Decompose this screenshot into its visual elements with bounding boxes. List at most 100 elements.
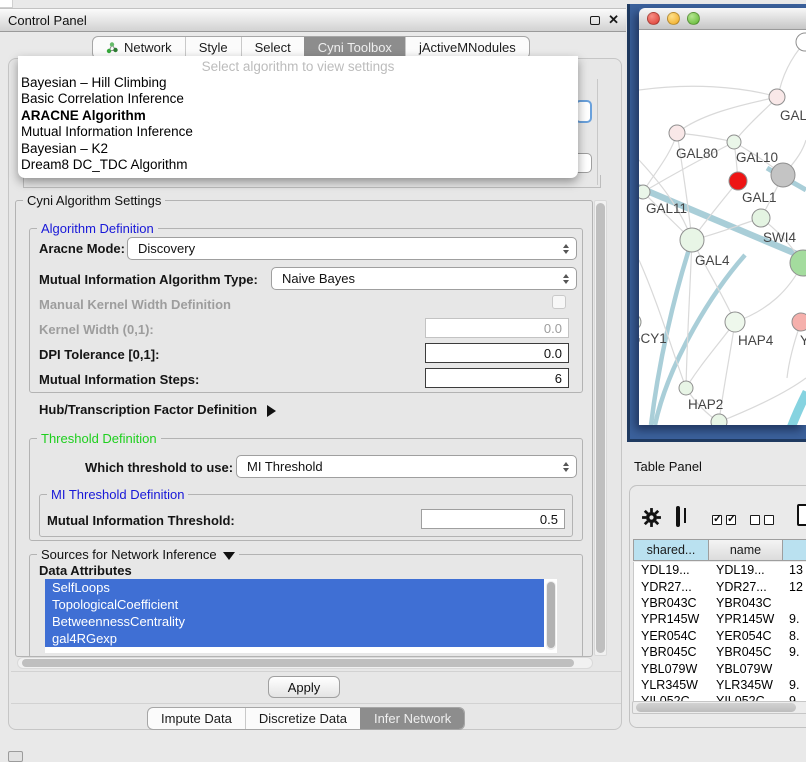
network-node[interactable] xyxy=(796,33,806,51)
expanded-arrow-icon[interactable] xyxy=(223,552,235,560)
attribute-item[interactable]: gal4RGexp xyxy=(45,630,544,647)
scrollbar-thumb[interactable] xyxy=(636,703,796,712)
mi-algorithm-type-value: Naive Bayes xyxy=(282,271,355,286)
select-all-columns-icon[interactable] xyxy=(712,512,740,530)
deselect-all-columns-icon[interactable] xyxy=(750,512,778,530)
table-row[interactable]: YBL079WYBL079W xyxy=(634,660,806,676)
show-columns-icon[interactable] xyxy=(676,506,680,527)
collapsed-arrow-icon[interactable] xyxy=(267,405,276,417)
apply-button[interactable]: Apply xyxy=(268,676,340,698)
network-node[interactable] xyxy=(669,125,685,141)
table-row[interactable]: YBR043CYBR043C xyxy=(634,595,806,611)
attribute-item[interactable]: SelfLoops xyxy=(45,579,544,596)
table-row[interactable]: YDL19...YDL19...13 xyxy=(634,562,806,578)
table-cell: YER054C xyxy=(709,629,783,643)
aracne-mode-combobox[interactable]: Discovery xyxy=(127,237,577,260)
network-node[interactable] xyxy=(725,312,745,332)
attribute-item[interactable]: BetweennessCentrality xyxy=(45,613,544,630)
table-cell: YPR145W xyxy=(634,612,709,626)
network-node[interactable] xyxy=(752,209,770,227)
data-attributes-label: Data Attributes xyxy=(39,563,132,578)
table-row[interactable]: YDR27...YDR27...12 xyxy=(634,578,806,594)
checked-box-icon xyxy=(726,515,736,525)
attribute-item[interactable]: TopologicalCoefficient xyxy=(45,596,544,613)
algorithm-dropdown: Select algorithm to view settings Bayesi… xyxy=(18,56,578,178)
tab-label: Impute Data xyxy=(161,711,232,726)
tab-infer-network[interactable]: Infer Network xyxy=(360,708,464,729)
float-panel-icon[interactable] xyxy=(590,16,600,25)
table-row[interactable]: YLR345WYLR345W9. xyxy=(634,677,806,693)
close-panel-icon[interactable]: ✕ xyxy=(608,12,619,28)
gear-icon[interactable] xyxy=(641,507,662,533)
network-node[interactable] xyxy=(771,163,795,187)
table-row[interactable]: YPR145WYPR145W9. xyxy=(634,611,806,627)
scrollbar-thumb[interactable] xyxy=(596,203,605,653)
data-attributes-list[interactable]: SelfLoopsTopologicalCoefficientBetweenne… xyxy=(45,579,557,653)
settings-horizontal-scrollbar[interactable] xyxy=(17,657,593,669)
mi-steps-field[interactable]: 6 xyxy=(425,368,569,388)
node-label: HAP2 xyxy=(688,397,723,412)
algorithm-option[interactable]: ARACNE Algorithm xyxy=(18,108,578,124)
network-canvas[interactable]: GALGAL80GAL10GAL1GAL11SWI4GAL4GCY1HAP4YH… xyxy=(639,30,806,425)
scrollbar-thumb[interactable] xyxy=(547,582,555,648)
table-horizontal-scrollbar[interactable] xyxy=(632,701,806,714)
attributes-scrollbar[interactable] xyxy=(546,581,556,650)
network-node[interactable] xyxy=(639,185,650,199)
tab-network[interactable]: Network xyxy=(93,37,185,58)
network-node[interactable] xyxy=(711,414,727,425)
tab-discretize-data[interactable]: Discretize Data xyxy=(245,708,360,729)
hub-definition-toggle[interactable]: Hub/Transcription Factor Definition xyxy=(39,402,276,417)
network-node[interactable] xyxy=(792,313,806,331)
network-window-titlebar[interactable] xyxy=(639,8,806,30)
document-icon[interactable] xyxy=(797,504,806,526)
window-notch xyxy=(0,0,13,8)
network-node[interactable] xyxy=(679,381,693,395)
column-header[interactable]: name xyxy=(709,540,783,560)
close-window-icon[interactable] xyxy=(647,12,660,25)
zoom-window-icon[interactable] xyxy=(687,12,700,25)
dpi-tolerance-label: DPI Tolerance [0,1]: xyxy=(39,347,159,362)
table-panel-title: Table Panel xyxy=(634,459,702,474)
scrollbar-thumb[interactable] xyxy=(22,659,574,667)
tab-style[interactable]: Style xyxy=(185,37,241,58)
network-node[interactable] xyxy=(680,228,704,252)
node-label: GAL11 xyxy=(646,201,687,216)
algorithm-option[interactable]: Bayesian – K2 xyxy=(18,141,578,157)
tab-cyni-toolbox[interactable]: Cyni Toolbox xyxy=(304,37,405,58)
manual-kernel-width-checkbox[interactable] xyxy=(552,295,566,309)
dpi-tolerance-field[interactable]: 0.0 xyxy=(425,343,569,363)
mi-algorithm-type-combobox[interactable]: Naive Bayes xyxy=(271,267,577,290)
sources-toggle[interactable]: Sources for Network Inference xyxy=(37,547,239,562)
table-row[interactable]: YIL052CYIL052C9 xyxy=(634,693,806,701)
tab-jactivemnodules[interactable]: jActiveMNodules xyxy=(405,37,529,58)
table-cell: YBR043C xyxy=(709,596,783,610)
tab-impute-data[interactable]: Impute Data xyxy=(148,708,245,729)
network-node[interactable] xyxy=(639,314,641,330)
which-threshold-label: Which threshold to use: xyxy=(85,460,233,475)
table-row[interactable]: YBR045CYBR045C9. xyxy=(634,644,806,660)
which-threshold-value: MI Threshold xyxy=(247,459,323,474)
algorithm-option[interactable]: Basic Correlation Inference xyxy=(18,91,578,107)
which-threshold-combobox[interactable]: MI Threshold xyxy=(236,455,577,478)
network-node[interactable] xyxy=(727,135,741,149)
mini-panel-button[interactable] xyxy=(8,751,23,762)
minimize-window-icon[interactable] xyxy=(667,12,680,25)
tab-label: Infer Network xyxy=(374,711,451,726)
algorithm-option[interactable]: Mutual Information Inference xyxy=(18,124,578,140)
table-row[interactable]: YER054CYER054C8. xyxy=(634,628,806,644)
column-header[interactable] xyxy=(783,540,806,560)
algorithm-option[interactable]: Dream8 DC_TDC Algorithm xyxy=(18,157,578,173)
column-header[interactable]: shared... xyxy=(634,540,709,560)
node-label: Y xyxy=(800,333,806,348)
kernel-width-field[interactable]: 0.0 xyxy=(425,318,569,338)
algorithm-option[interactable]: Bayesian – Hill Climbing xyxy=(18,75,578,91)
mi-threshold-field[interactable]: 0.5 xyxy=(421,509,565,529)
unchecked-box-icon xyxy=(750,515,760,525)
settings-vertical-scrollbar[interactable] xyxy=(594,200,607,656)
hidden-group-border xyxy=(597,79,598,185)
tab-select[interactable]: Select xyxy=(241,37,304,58)
table-cell: 13 xyxy=(783,563,806,577)
network-node[interactable] xyxy=(769,89,785,105)
network-node[interactable] xyxy=(729,172,747,190)
divider xyxy=(11,703,621,704)
